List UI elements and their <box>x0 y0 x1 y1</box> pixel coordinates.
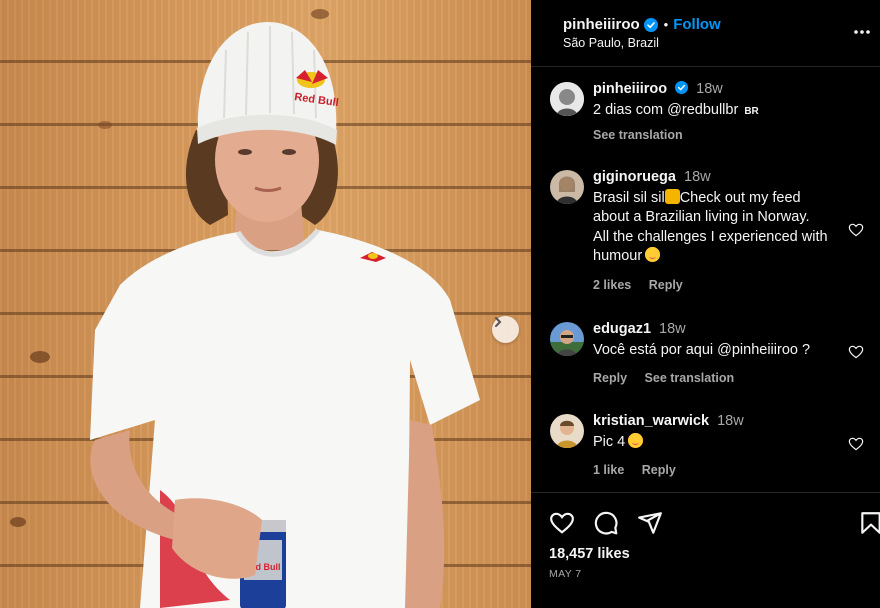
reply-button[interactable]: Reply <box>593 371 627 385</box>
verified-badge-icon <box>675 81 689 94</box>
avatar-image <box>550 82 584 116</box>
raised-hands-emoji-icon <box>664 188 680 204</box>
avatar-image <box>550 322 584 356</box>
verified-badge-icon <box>643 17 658 32</box>
comment-icon[interactable] <box>593 510 619 536</box>
see-translation-link[interactable]: See translation <box>593 128 683 142</box>
comment-likes[interactable]: 2 likes <box>593 278 631 292</box>
avatar[interactable] <box>550 82 584 116</box>
caption-tag: BR <box>744 105 759 117</box>
post-actions: 18,457 likes MAY 7 <box>531 492 880 608</box>
post-author-username[interactable]: pinheiiiroo <box>563 16 640 33</box>
avatar-image <box>550 414 584 448</box>
comment-username[interactable]: edugaz1 <box>593 321 651 337</box>
photo-illustration: Red Bull Red Bull <box>10 9 480 608</box>
reply-button[interactable]: Reply <box>642 463 676 477</box>
heart-eyes-emoji-icon <box>628 432 644 448</box>
chevron-right-icon <box>495 317 502 327</box>
post-date[interactable]: MAY 7 <box>549 568 582 580</box>
heart-icon[interactable] <box>848 436 864 452</box>
comment-time[interactable]: 18w <box>717 413 744 429</box>
comment-time[interactable]: 18w <box>659 321 686 337</box>
post-header: pinheiiiroo • Follow São Paulo, Brazil <box>531 0 880 67</box>
comment-time[interactable]: 18w <box>696 81 723 97</box>
comment-time[interactable]: 18w <box>684 169 711 185</box>
comment-text-part-1: Brasil sil sil <box>593 189 665 206</box>
comment-username[interactable]: kristian_warwick <box>593 413 709 429</box>
bookmark-icon[interactable] <box>858 510 880 536</box>
caption-text: 2 dias com @redbullbr <box>593 101 739 118</box>
heart-icon[interactable] <box>848 344 864 360</box>
reply-button[interactable]: Reply <box>649 278 683 292</box>
comment-text: Pic 4 <box>593 433 626 450</box>
post-location[interactable]: São Paulo, Brazil <box>563 36 659 50</box>
comment-text: Você está por aqui @pinheiiiroo ? <box>593 341 811 358</box>
more-options-icon[interactable] <box>852 22 872 42</box>
avatar[interactable] <box>550 322 584 356</box>
like-heart-icon[interactable] <box>549 510 575 536</box>
follow-button[interactable]: Follow <box>673 16 721 33</box>
see-translation-link[interactable]: See translation <box>645 371 735 385</box>
comment-username[interactable]: giginoruega <box>593 169 676 185</box>
separator-dot: • <box>663 17 669 32</box>
next-image-button[interactable] <box>492 316 519 343</box>
share-icon[interactable] <box>637 510 663 536</box>
avatar[interactable] <box>550 414 584 448</box>
avatar-image <box>550 170 584 204</box>
comments-list[interactable]: pinheiiiroo 18w 2 dias com @redbullbr BR… <box>531 68 880 492</box>
comment-username[interactable]: pinheiiiroo <box>593 81 667 97</box>
post-image[interactable]: Red Bull Red Bull <box>0 0 531 608</box>
heart-eyes-emoji-icon <box>645 247 661 262</box>
avatar[interactable] <box>550 170 584 204</box>
heart-icon[interactable] <box>848 222 864 238</box>
post-sidebar: pinheiiiroo • Follow São Paulo, Brazil p… <box>531 0 880 608</box>
comment-likes[interactable]: 1 like <box>593 463 624 477</box>
likes-count[interactable]: 18,457 likes <box>549 546 630 562</box>
